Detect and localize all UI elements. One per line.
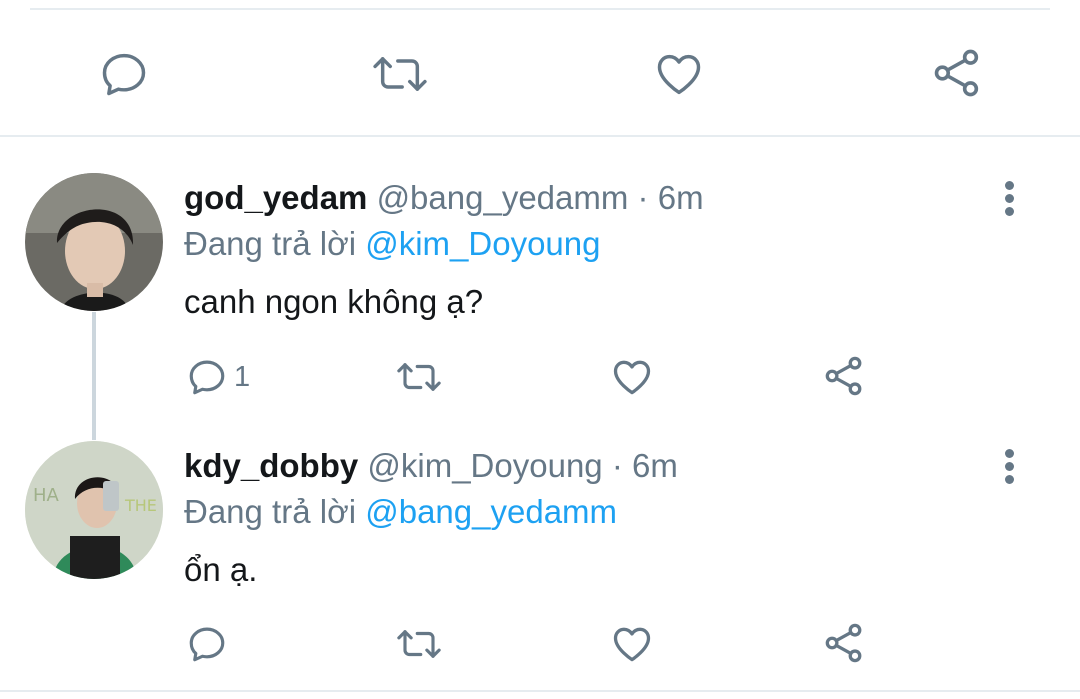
replying-to: Đang trả lời @kim_Doyoung [184,225,601,263]
display-name[interactable]: kdy_dobby [184,447,358,484]
reply-count: 1 [234,361,251,393]
top-divider [30,8,1050,10]
more-options-icon[interactable] [999,449,1019,488]
share-icon[interactable] [822,354,866,398]
tweet-text: ổn ạ. [184,551,258,588]
like-icon[interactable] [610,355,654,399]
thread-line [92,312,96,440]
retweet-icon[interactable] [370,48,430,100]
like-icon[interactable] [610,622,654,666]
timestamp: 6m [657,179,704,216]
share-icon[interactable] [930,46,984,100]
display-name[interactable]: god_yedam [184,179,367,216]
tweet-header: god_yedam @bang_yedamm · 6m [184,179,704,217]
avatar[interactable]: HA THE [25,441,163,579]
tweet-header: kdy_dobby @kim_Doyoung · 6m [184,447,678,485]
replying-to: Đang trả lời @bang_yedamm [184,493,617,531]
more-options-icon[interactable] [999,181,1019,220]
handle[interactable]: @bang_yedamm [377,179,629,216]
separator: · [611,447,623,484]
section-divider [0,135,1080,137]
like-icon[interactable] [653,48,705,100]
share-icon[interactable] [822,621,866,665]
timestamp: 6m [632,447,678,484]
avatar[interactable] [25,173,163,311]
handle[interactable]: @kim_Doyoung [367,447,602,484]
retweet-icon[interactable] [395,623,443,665]
retweet-icon[interactable] [395,356,443,398]
reply-icon[interactable] [186,356,228,398]
svg-text:THE: THE [124,496,157,515]
separator: · [637,179,649,216]
svg-text:HA: HA [33,485,60,506]
tweet-text: canh ngon không ạ? [184,283,484,320]
mention-link[interactable]: @kim_Doyoung [365,225,600,262]
replying-prefix: Đang trả lời [184,493,357,530]
reply-icon[interactable] [186,623,228,665]
replying-prefix: Đang trả lời [184,225,357,262]
bottom-divider [0,690,1080,692]
mention-link[interactable]: @bang_yedamm [365,493,617,530]
reply-icon[interactable] [98,48,150,100]
